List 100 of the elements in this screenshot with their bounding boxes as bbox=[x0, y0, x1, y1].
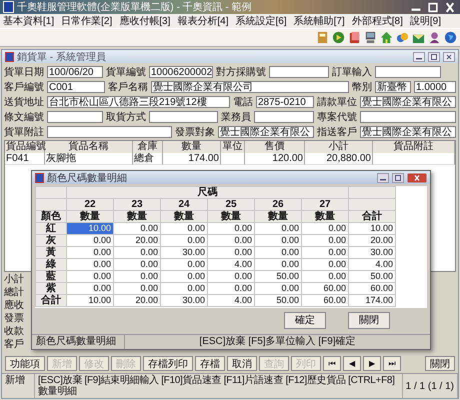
table-cell[interactable]: 0.00 bbox=[302, 246, 348, 258]
column-header[interactable]: 售價 bbox=[245, 141, 305, 153]
table-cell[interactable]: 0.00 bbox=[254, 222, 302, 234]
input-field[interactable] bbox=[254, 110, 314, 122]
menu-item[interactable]: 應收付帳[3] bbox=[119, 14, 170, 28]
table-cell[interactable]: 0.00 bbox=[254, 234, 302, 246]
book-icon[interactable] bbox=[316, 31, 329, 44]
close-icon[interactable] bbox=[407, 172, 427, 182]
menu-item[interactable]: 系統輔助[7] bbox=[294, 14, 345, 28]
table-cell[interactable]: 0.00 bbox=[254, 282, 302, 294]
table-cell[interactable]: 0.00 bbox=[160, 270, 208, 282]
action-button[interactable]: ◀ bbox=[343, 356, 361, 371]
close-icon[interactable] bbox=[443, 2, 457, 12]
action-button[interactable]: 存檔 bbox=[195, 356, 225, 371]
table-cell[interactable]: 0.00 bbox=[208, 234, 254, 246]
table-cell[interactable]: 0.00 bbox=[66, 258, 114, 270]
table-cell[interactable]: 0.00 bbox=[66, 246, 114, 258]
menu-item[interactable]: 日常作業[2] bbox=[61, 14, 112, 28]
column-header[interactable]: 單位 bbox=[221, 141, 245, 153]
action-button[interactable]: ⏭ bbox=[383, 356, 401, 371]
table-cell[interactable]: 0.00 bbox=[254, 258, 302, 270]
input-field[interactable] bbox=[149, 110, 218, 122]
table-cell[interactable]: 0.00 bbox=[302, 234, 348, 246]
table-cell[interactable]: 20.00 bbox=[348, 234, 396, 246]
table-cell[interactable]: 0.00 bbox=[302, 222, 348, 234]
menu-item[interactable]: 說明[9] bbox=[410, 14, 441, 28]
table-cell[interactable]: 4.00 bbox=[348, 258, 396, 270]
minimize-icon[interactable] bbox=[377, 172, 389, 182]
table-cell[interactable]: 0.00 bbox=[114, 246, 160, 258]
table-cell[interactable]: 60.00 bbox=[348, 282, 396, 294]
table-cell[interactable]: 50.00 bbox=[348, 270, 396, 282]
table-cell[interactable]: 0.00 bbox=[302, 270, 348, 282]
menu-item[interactable]: 基本資料[1] bbox=[3, 14, 54, 28]
input-field[interactable]: 覺士國際企業有限公 bbox=[360, 96, 456, 108]
table-cell[interactable]: 0.00 bbox=[66, 270, 114, 282]
input-field[interactable]: 覺士國際企業有限公司 bbox=[151, 80, 349, 92]
globe-icon[interactable] bbox=[444, 31, 457, 44]
table-cell[interactable]: 0.00 bbox=[160, 282, 208, 294]
column-header[interactable]: 貨品名稱 bbox=[45, 141, 133, 153]
table-cell[interactable]: 0.00 bbox=[254, 246, 302, 258]
input-field[interactable] bbox=[269, 66, 329, 78]
play-icon[interactable] bbox=[332, 31, 345, 44]
column-header[interactable]: 數量 bbox=[163, 141, 221, 153]
table-cell[interactable]: 60.00 bbox=[302, 282, 348, 294]
input-field[interactable]: 10006200002 bbox=[149, 66, 213, 78]
action-button[interactable]: 取消 bbox=[227, 356, 257, 371]
table-cell[interactable]: 30.00 bbox=[160, 246, 208, 258]
action-button[interactable]: ▶ bbox=[363, 356, 381, 371]
card-icon[interactable] bbox=[348, 31, 361, 44]
dialog-button[interactable]: 確定 bbox=[284, 312, 326, 328]
input-field[interactable] bbox=[47, 126, 172, 138]
house-icon[interactable] bbox=[380, 31, 393, 44]
column-header[interactable]: 倉庫 bbox=[133, 141, 163, 153]
table-cell[interactable]: 30.00 bbox=[348, 246, 396, 258]
table-cell[interactable]: 0.00 bbox=[160, 234, 208, 246]
input-field[interactable]: 100/06/20 bbox=[47, 66, 103, 78]
input-field[interactable]: 1.0000 bbox=[414, 80, 456, 92]
column-header[interactable]: 小計 bbox=[305, 141, 373, 153]
input-field[interactable] bbox=[375, 66, 441, 78]
close-icon[interactable] bbox=[443, 52, 455, 62]
table-cell[interactable]: 0.00 bbox=[66, 234, 114, 246]
action-button[interactable]: 存檔列印 bbox=[143, 356, 193, 371]
input-field[interactable]: 覺士國際企業有限公 bbox=[218, 126, 314, 138]
table-cell[interactable]: 0.00 bbox=[160, 222, 208, 234]
maximize-icon[interactable] bbox=[428, 52, 440, 62]
table-cell[interactable]: 0.00 bbox=[114, 222, 160, 234]
coins-icon[interactable] bbox=[396, 31, 409, 44]
menu-item[interactable]: 外部程式[8] bbox=[352, 14, 403, 28]
table-cell[interactable]: 0.00 bbox=[114, 270, 160, 282]
input-field[interactable]: 2875-0210 bbox=[256, 96, 314, 108]
dialog-button[interactable]: 關閉 bbox=[348, 312, 390, 328]
menu-item[interactable]: 系統設定[6] bbox=[236, 14, 287, 28]
table-cell[interactable]: 0.00 bbox=[208, 282, 254, 294]
table-cell[interactable]: 0.00 bbox=[66, 282, 114, 294]
table-cell[interactable]: 0.00 bbox=[208, 222, 254, 234]
table-cell[interactable]: 0.00 bbox=[114, 282, 160, 294]
table-cell[interactable]: 0.00 bbox=[114, 258, 160, 270]
maximize-icon[interactable] bbox=[392, 172, 404, 182]
table-cell[interactable]: 0.00 bbox=[160, 258, 208, 270]
table-cell[interactable]: 10.00 bbox=[66, 222, 114, 234]
table-cell[interactable]: 0.00 bbox=[208, 246, 254, 258]
input-field[interactable]: C001 bbox=[47, 80, 105, 92]
computer-icon[interactable] bbox=[364, 31, 377, 44]
column-header[interactable]: 貨品附註 bbox=[373, 141, 455, 153]
input-field[interactable]: 覺士國際企業有限公 bbox=[360, 126, 456, 138]
table-cell[interactable]: 10.00 bbox=[348, 222, 396, 234]
table-cell[interactable]: 20.00 bbox=[114, 234, 160, 246]
action-button[interactable]: 關閉 bbox=[425, 356, 455, 371]
menu-item[interactable]: 報表分析[4] bbox=[177, 14, 228, 28]
table-cell[interactable]: 4.00 bbox=[208, 258, 254, 270]
action-button[interactable]: 功能項 bbox=[5, 356, 45, 371]
minimize-icon[interactable] bbox=[413, 52, 425, 62]
action-button[interactable]: ⏮ bbox=[323, 356, 341, 371]
table-cell[interactable]: 0.00 bbox=[208, 270, 254, 282]
table-cell[interactable]: 50.00 bbox=[254, 270, 302, 282]
column-header[interactable]: 貨品編號 bbox=[5, 141, 45, 153]
person-icon[interactable] bbox=[428, 31, 441, 44]
table-cell[interactable]: 0.00 bbox=[302, 258, 348, 270]
maximize-icon[interactable] bbox=[426, 2, 440, 12]
input-field[interactable] bbox=[360, 110, 456, 122]
